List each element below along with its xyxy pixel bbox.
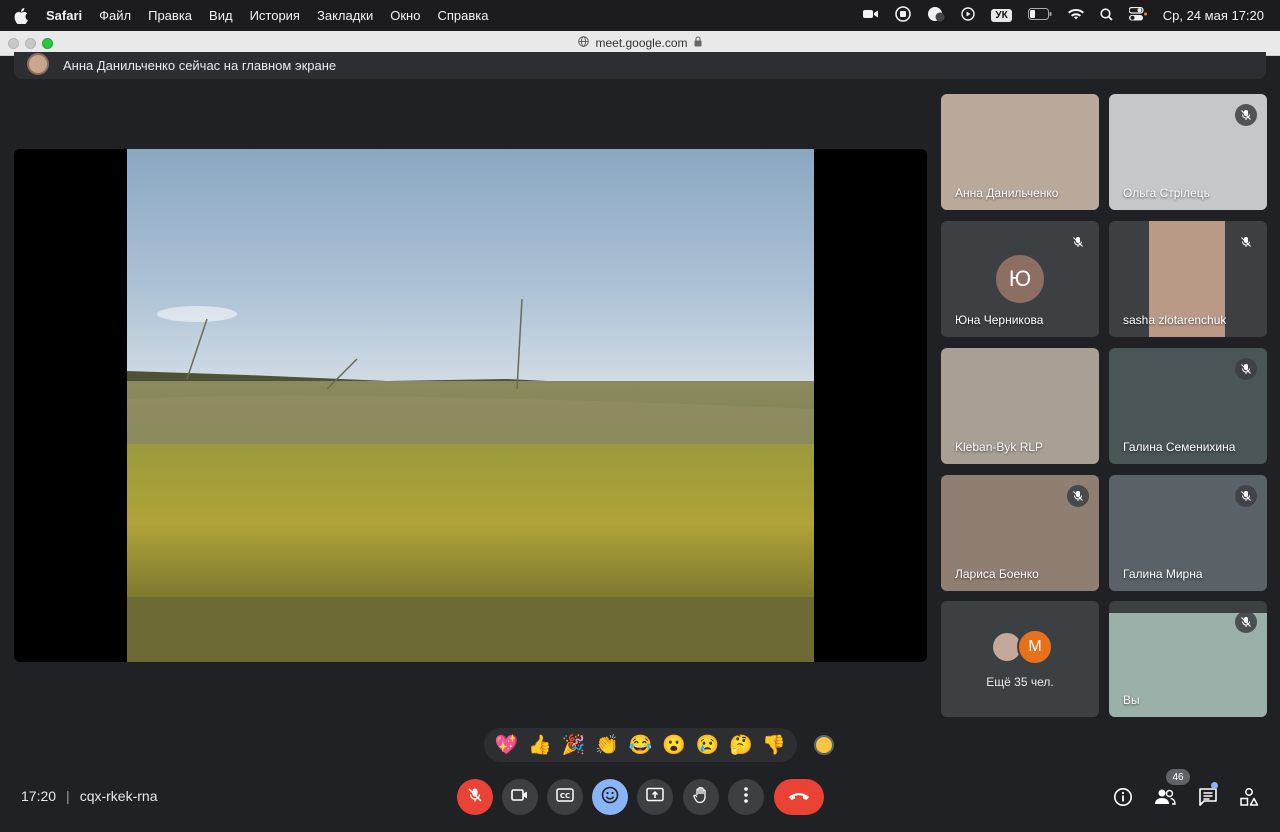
participant-tile[interactable]: Ольга Стрілець: [1109, 94, 1267, 210]
participant-name: Вы: [1123, 693, 1140, 707]
clapping-reaction[interactable]: 👏: [595, 733, 619, 757]
present-screen-icon: [646, 787, 664, 808]
raise-hand-button[interactable]: [683, 779, 719, 815]
screen-record-icon[interactable]: [895, 6, 912, 25]
control-center-icon[interactable]: [1128, 6, 1147, 24]
url-text: meet.google.com: [595, 36, 688, 50]
participant-tile[interactable]: Галина Мирна: [1109, 475, 1267, 591]
menu-bar-clock[interactable]: Ср, 24 мая 17:20: [1163, 8, 1264, 23]
participant-avatar: М: [1017, 629, 1053, 665]
sparkling-heart-reaction[interactable]: 💖: [495, 733, 519, 757]
more-vertical-icon: [744, 786, 748, 808]
leave-call-button[interactable]: [774, 779, 824, 815]
apple-icon[interactable]: [14, 7, 32, 24]
menu-app-name[interactable]: Safari: [46, 8, 82, 23]
participant-tile[interactable]: Ю Юна Черникова: [941, 221, 1099, 337]
participant-tile[interactable]: Лариса Боенко: [941, 475, 1099, 591]
participant-name: Галина Мирна: [1123, 567, 1203, 581]
self-view-tile[interactable]: Вы: [1109, 601, 1267, 717]
mic-off-icon: [1235, 358, 1257, 380]
presenting-banner: Анна Данильченко сейчас на главном экран…: [14, 52, 1266, 79]
globe-icon: [578, 36, 590, 50]
battery-icon[interactable]: [1027, 8, 1052, 23]
reactions-button[interactable]: [592, 779, 628, 815]
keyboard-layout-indicator[interactable]: УК: [991, 9, 1012, 22]
surprised-reaction[interactable]: 😮: [662, 733, 686, 757]
meeting-code: cqx-rkek-rna: [79, 788, 158, 804]
meeting-details-info-icon[interactable]: [1111, 785, 1135, 809]
lock-icon: [694, 36, 702, 50]
presenter-avatar: [27, 52, 49, 75]
mic-off-icon: [1235, 611, 1257, 633]
video-camera-icon[interactable]: [863, 8, 879, 23]
video-camera-icon: [511, 788, 529, 807]
address-bar[interactable]: meet.google.com: [0, 36, 1280, 50]
participant-tile[interactable]: Kleban-Byk RLP: [941, 348, 1099, 464]
participant-name: Анна Данильченко: [955, 186, 1059, 200]
svg-text:CC: CC: [560, 792, 570, 800]
participant-name: Kleban-Byk RLP: [955, 440, 1044, 454]
mic-off-icon: [1235, 485, 1257, 507]
participant-name: Галина Семенихина: [1123, 440, 1236, 454]
participant-name: Лариса Боенко: [955, 567, 1039, 581]
menu-history[interactable]: История: [250, 8, 300, 23]
more-participants-tile[interactable]: М Ещё 35 чел.: [941, 601, 1099, 717]
menu-help[interactable]: Справка: [437, 8, 488, 23]
captions-button[interactable]: CC: [547, 779, 583, 815]
camera-toggle-button[interactable]: [502, 779, 538, 815]
reactions-bar: 💖 👍 🎉 👏 😂 😮 😢 🤔 👎: [484, 728, 797, 762]
participant-tile[interactable]: Анна Данильченко: [941, 94, 1099, 210]
menu-bar-status-area: УК Ср, 24 мая 17:20: [863, 0, 1264, 31]
menu-file[interactable]: Файл: [99, 8, 131, 23]
participant-avatar: Ю: [996, 255, 1044, 303]
hang-up-icon: [788, 788, 810, 806]
chat-notification-dot: [1211, 782, 1218, 789]
crying-reaction[interactable]: 😢: [696, 733, 720, 757]
menu-view[interactable]: Вид: [209, 8, 233, 23]
notification-app-icon[interactable]: [927, 6, 945, 25]
mic-off-icon: [467, 787, 483, 808]
macos-menu-bar: Safari Файл Правка Вид История Закладки …: [0, 0, 1280, 31]
thumbs-down-reaction[interactable]: 👎: [762, 733, 786, 757]
chat-icon[interactable]: [1196, 785, 1220, 809]
tears-of-joy-reaction[interactable]: 😂: [629, 733, 653, 757]
participant-name: sasha zlotarenchuk: [1123, 313, 1227, 327]
wifi-icon[interactable]: [1067, 8, 1084, 23]
microphone-toggle-button[interactable]: [457, 779, 493, 815]
closed-captions-icon: CC: [556, 787, 574, 807]
meeting-info: 17:20 | cqx-rkek-rna: [21, 788, 157, 804]
menu-bookmarks[interactable]: Закладки: [317, 8, 373, 23]
present-screen-button[interactable]: [637, 779, 673, 815]
more-participants-label: Ещё 35 чел.: [986, 675, 1054, 689]
thumbs-up-reaction[interactable]: 👍: [528, 733, 552, 757]
participant-tile[interactable]: Галина Семенихина: [1109, 348, 1267, 464]
meeting-time: 17:20: [21, 788, 57, 804]
play-icon[interactable]: [961, 7, 976, 24]
mic-off-icon: [1067, 231, 1089, 253]
party-popper-reaction[interactable]: 🎉: [562, 733, 586, 757]
menu-window[interactable]: Окно: [390, 8, 420, 23]
activities-icon[interactable]: [1237, 785, 1261, 809]
search-icon[interactable]: [1100, 7, 1113, 24]
mic-off-icon: [1235, 231, 1257, 253]
participant-name: Юна Черникова: [955, 313, 1044, 327]
main-presentation-view[interactable]: [14, 149, 927, 662]
people-count-badge: 46: [1166, 769, 1190, 785]
thinking-reaction[interactable]: 🤔: [729, 733, 753, 757]
mic-off-icon: [1067, 485, 1089, 507]
mic-off-icon: [1235, 104, 1257, 126]
presenting-banner-text: Анна Данильченко сейчас на главном экран…: [63, 58, 337, 73]
participant-name: Ольга Стрілець: [1123, 186, 1210, 200]
skin-tone-selector[interactable]: [814, 735, 834, 755]
people-icon[interactable]: [1153, 785, 1177, 809]
smiley-icon: [601, 786, 619, 809]
shared-video-landscape: [127, 149, 814, 662]
menu-edit[interactable]: Правка: [148, 8, 192, 23]
hand-icon: [693, 786, 709, 809]
meeting-info-separator: |: [66, 788, 70, 804]
participant-tile[interactable]: sasha zlotarenchuk: [1109, 221, 1267, 337]
more-options-button[interactable]: [728, 779, 764, 815]
